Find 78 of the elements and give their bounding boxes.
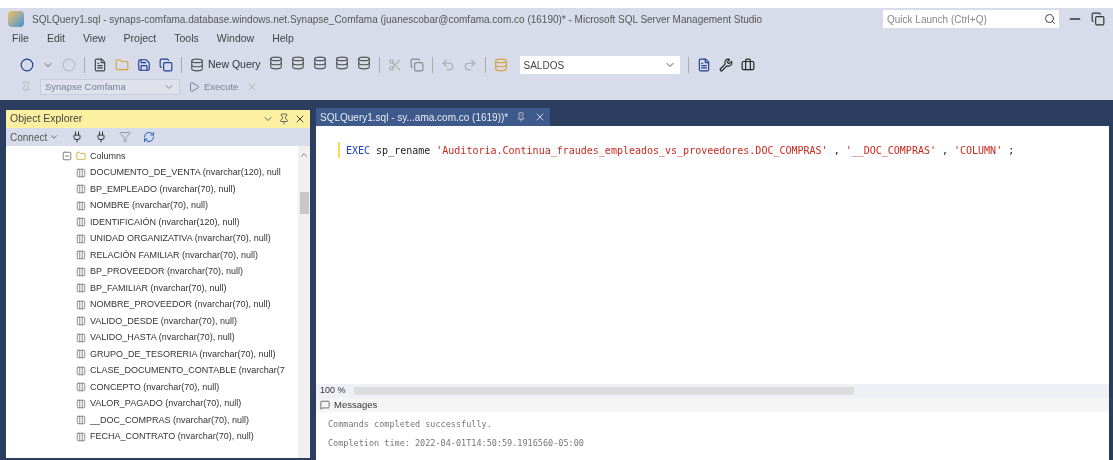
menu-item[interactable]: Project [123,31,157,47]
column-icon [76,184,86,195]
editor-tab[interactable]: SQLQuery1.sql - sy...ama.com.co (1619))* [316,108,551,126]
tree-item[interactable]: CLASE_DOCUMENTO_CONTABLE (nvarchar(7 [90,364,285,378]
play-icon [188,81,200,93]
tree-item[interactable]: VALIDO_HASTA (nvarchar(70), null) [90,331,235,345]
column-icon [76,431,86,442]
database-dropdown[interactable]: SALDOS [519,56,680,74]
column-icon [76,233,86,244]
caret-icon [49,132,60,142]
toolbox-icon[interactable] [740,58,755,72]
column-icon [76,299,86,310]
tree-item[interactable]: Columns [90,149,126,163]
tree-item[interactable]: CONCEPTO (nvarchar(70), null) [90,380,220,394]
scrollbar-thumb[interactable] [299,192,309,214]
database-query-icon[interactable] [290,56,305,70]
column-icon [76,283,86,294]
wrench-icon[interactable] [718,58,733,72]
column-icon [76,217,86,228]
horizontal-scrollbar[interactable] [353,387,854,395]
message-text: Completion time: 2022-04-01T14:50:59.1916560-05:00 [327,436,585,450]
refresh-icon[interactable] [143,131,156,143]
connect-button[interactable]: Connect [10,129,60,145]
tree-item[interactable]: NOMBRE (nvarchar(70), null) [90,199,209,213]
tree-item[interactable]: DOCUMENTO_DE_VENTA (nvarchar(120), null [90,166,281,180]
menu-item[interactable]: Edit [46,31,65,47]
menu-item[interactable]: Tools [174,31,199,47]
column-icon [76,382,86,393]
zoom-level[interactable]: 100 % [320,384,346,398]
tree-item[interactable]: __DOC_COMPRAS (nvarchar(70), null) [90,413,250,427]
tree-item[interactable]: VALOR_PAGADO (nvarchar(70), null) [90,397,242,411]
collapse-icon[interactable] [62,151,72,162]
tree-item[interactable]: GRUPO_DE_TESORERIA (nvarchar(70), null) [90,347,276,361]
tree-item[interactable]: BP_PROVEEDOR (nvarchar(70), null) [90,265,244,279]
database-query-icon[interactable] [356,56,371,70]
database-query-icon[interactable] [312,56,327,70]
quick-launch-field[interactable]: Quick Launch (Ctrl+Q) [883,10,1041,28]
tree-item[interactable]: IDENTIFICAIÓN (nvarchar(120), null) [90,215,240,229]
column-icon [76,250,86,261]
column-icon [76,349,86,360]
column-icon [76,398,86,409]
new-query-button[interactable]: New Query [190,57,261,73]
column-icon [76,365,86,376]
menu-item[interactable]: View [83,31,106,47]
column-icon [76,200,86,211]
window-title: SQLQuery1.sql - synaps-comfama.database.windows.net.Synapse_Comfama (juanescobar@comfama.com.co (16190)* - Microsoft SQL Server Management Studio [32,12,764,27]
column-icon [76,316,86,327]
messages-icon [320,400,330,410]
restore-icon[interactable] [1091,12,1105,26]
tree-item[interactable]: UNIDAD ORGANIZATIVA (nvarchar(70), null) [90,232,271,246]
tree-item[interactable]: RELACIÓN FAMILIAR (nvarchar(70), null) [90,248,259,262]
code-editor[interactable]: EXEC sp_rename 'Auditoria.Continua_fraudes_empleados_vs_proveedores.DOC_COMPRAS' , '__DOC_COMPRAS' , 'COLUMN' ; [316,126,1109,384]
menu-item[interactable]: Help [272,31,294,47]
message-text: Commands completed successfully. [327,418,493,431]
menu-item[interactable]: Window [216,31,255,47]
tree-item[interactable]: NOMBRE_PROVEEDOR (nvarchar(70), null) [90,298,271,312]
save-icon[interactable] [137,58,151,72]
messages-tab[interactable]: Messages [334,397,378,413]
tree-item[interactable]: VALIDO_DESDE (nvarchar(70), null) [90,314,237,328]
menu-item[interactable]: File [12,31,29,47]
column-icon [76,266,86,277]
app-logo-icon [8,11,24,27]
tree-item[interactable]: FECHA_CONTRATO (nvarchar(70), null) [90,430,254,444]
new-query-icon [190,58,204,72]
tree-item[interactable]: BP_EMPLEADO (nvarchar(70), null) [90,182,236,196]
folder-icon [76,151,86,162]
search-icon[interactable] [1044,13,1056,25]
column-icon [76,167,86,178]
copy-icon[interactable] [409,58,424,72]
database-query-icon[interactable] [334,56,349,70]
column-icon [76,332,86,343]
tree-item[interactable]: BP_FAMILIAR (nvarchar(70), null) [90,281,227,295]
panel-title: Object Explorer [10,111,84,127]
plug-icon[interactable] [71,131,84,143]
database-query-icon[interactable] [268,56,283,70]
pin-icon[interactable] [516,112,527,122]
code-line: EXEC sp_rename 'Auditoria.Continua_fraudes_empleados_vs_proveedores.DOC_COMPRAS' , '__DOC_COMPRAS' , 'COLUMN' ; [346,143,1015,158]
column-icon [76,415,86,426]
